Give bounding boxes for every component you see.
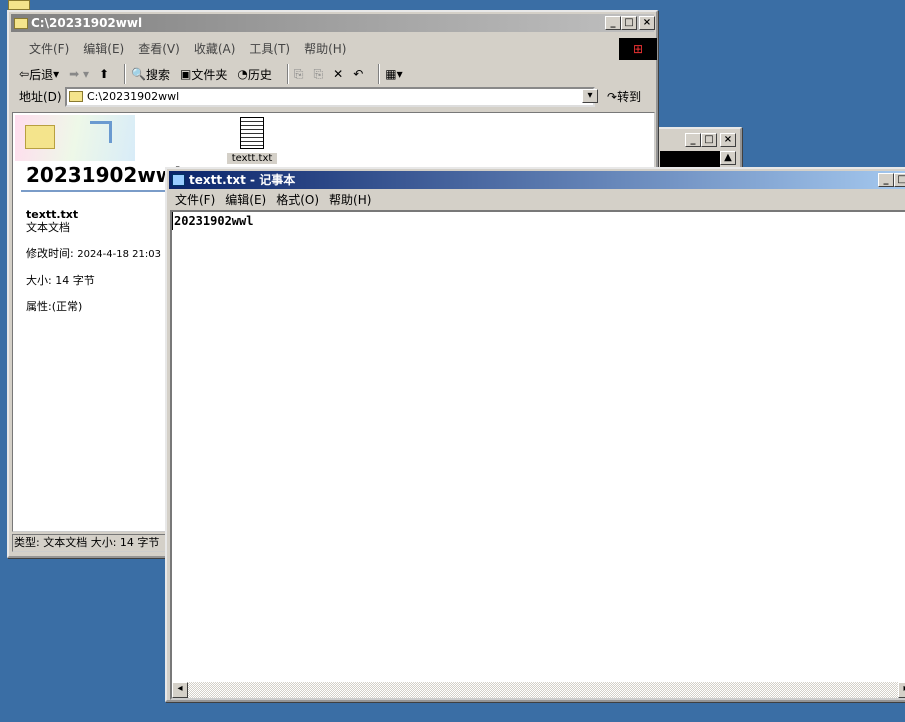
file-size: 14 字节 — [55, 274, 95, 287]
history-icon: ◔ — [237, 67, 248, 81]
horizontal-scrollbar[interactable]: ◂ ▸ — [172, 682, 905, 698]
modified-time: 2024-4-18 21:03 — [77, 249, 161, 260]
menu-tools[interactable]: 工具(T) — [249, 42, 290, 56]
search-icon: 🔍 — [131, 67, 147, 81]
address-bar: 地址(D) C:\20231902wwl ▾ ↷转到 — [19, 86, 649, 108]
undo-button[interactable]: ↶ — [353, 67, 363, 81]
menu-edit[interactable]: 编辑(E) — [83, 42, 124, 56]
address-dropdown-button[interactable]: ▾ — [582, 89, 598, 103]
menu-bar: 文件(F) 编辑(E) 格式(O) 帮助(H) — [175, 191, 385, 209]
maximize-button[interactable]: □ — [701, 133, 717, 147]
file-name: textt.txt — [26, 208, 79, 221]
minimize-button[interactable]: _ — [878, 173, 894, 187]
notepad-window: textt.txt - 记事本 _ □ 文件(F) 编辑(E) 格式(O) 帮助(H)… — [165, 167, 905, 702]
copy-to-button[interactable]: ⎘ — [314, 67, 324, 82]
move-to-button[interactable]: ⎘ — [294, 67, 304, 82]
go-button[interactable]: ↷转到 — [607, 86, 641, 108]
folders-button[interactable]: ▣ 文件夹 — [180, 66, 227, 83]
history-button[interactable]: ◔ 历史 — [237, 66, 272, 83]
file-type: 文本文档 — [26, 221, 70, 234]
menu-help[interactable]: 帮助(H) — [304, 42, 346, 56]
menu-bar: 文件(F) 编辑(E) 查看(V) 收藏(A) 工具(T) 帮助(H) — [29, 40, 360, 58]
window-title: C:\20231902wwl — [31, 16, 143, 30]
minimize-button[interactable]: _ — [685, 133, 701, 147]
delete-button[interactable]: ✕ — [333, 67, 343, 81]
folder-name-heading: 20231902wwl — [26, 163, 182, 187]
scroll-right-button[interactable]: ▸ — [898, 682, 905, 698]
text-file-icon — [240, 117, 264, 149]
menu-edit[interactable]: 编辑(E) — [225, 193, 266, 207]
desktop-icon[interactable] — [8, 0, 30, 10]
menu-file[interactable]: 文件(F) — [175, 193, 215, 207]
scroll-left-button[interactable]: ◂ — [172, 682, 188, 698]
file-attributes: (正常) — [51, 300, 83, 313]
file-item-textt[interactable]: textt.txt — [227, 117, 277, 164]
maximize-button[interactable]: □ — [621, 16, 637, 30]
folder-icon — [14, 18, 28, 29]
explorer-title-bar[interactable]: C:\20231902wwl — [11, 14, 654, 32]
close-button[interactable]: × — [720, 133, 736, 147]
folder-icon — [69, 91, 83, 102]
address-input[interactable]: C:\20231902wwl — [65, 87, 595, 107]
notepad-title-bar[interactable]: textt.txt - 记事本 — [169, 171, 905, 189]
menu-view[interactable]: 查看(V) — [138, 42, 180, 56]
minimize-button[interactable]: _ — [605, 16, 621, 30]
menu-format[interactable]: 格式(O) — [276, 193, 319, 207]
details-panel: textt.txt 文本文档 修改时间: 2024-4-18 21:03 大小:… — [26, 208, 161, 313]
window-title: textt.txt - 记事本 — [189, 173, 296, 187]
menu-file[interactable]: 文件(F) — [29, 42, 69, 56]
maximize-button[interactable]: □ — [894, 173, 905, 187]
search-button[interactable]: 🔍 搜索 — [131, 66, 170, 83]
up-button[interactable]: ⬆ — [99, 67, 109, 81]
back-button[interactable]: ⇦ 后退 ▾ — [19, 66, 59, 83]
folder-banner-graphic — [15, 115, 135, 161]
windows-logo: ⊞ — [619, 38, 657, 60]
menu-favorites[interactable]: 收藏(A) — [194, 42, 236, 56]
address-label: 地址(D) — [19, 90, 62, 104]
text-editor[interactable]: 20231902wwl ◂ ▸ — [170, 210, 905, 700]
scroll-up-button[interactable]: ▲ — [720, 151, 736, 165]
menu-help[interactable]: 帮助(H) — [329, 193, 371, 207]
views-button[interactable]: ▦▾ — [385, 67, 402, 81]
close-button[interactable]: × — [639, 16, 655, 30]
folders-icon: ▣ — [180, 67, 192, 81]
forward-button[interactable]: ➡ ▾ — [69, 67, 89, 81]
heading-divider — [21, 190, 168, 192]
notepad-icon — [172, 174, 185, 186]
toolbar: ⇦ 后退 ▾ ➡ ▾ ⬆ 🔍 搜索 ▣ 文件夹 ◔ 历史 ⎘ ⎘ ✕ ↶ ▦▾ — [19, 62, 413, 86]
